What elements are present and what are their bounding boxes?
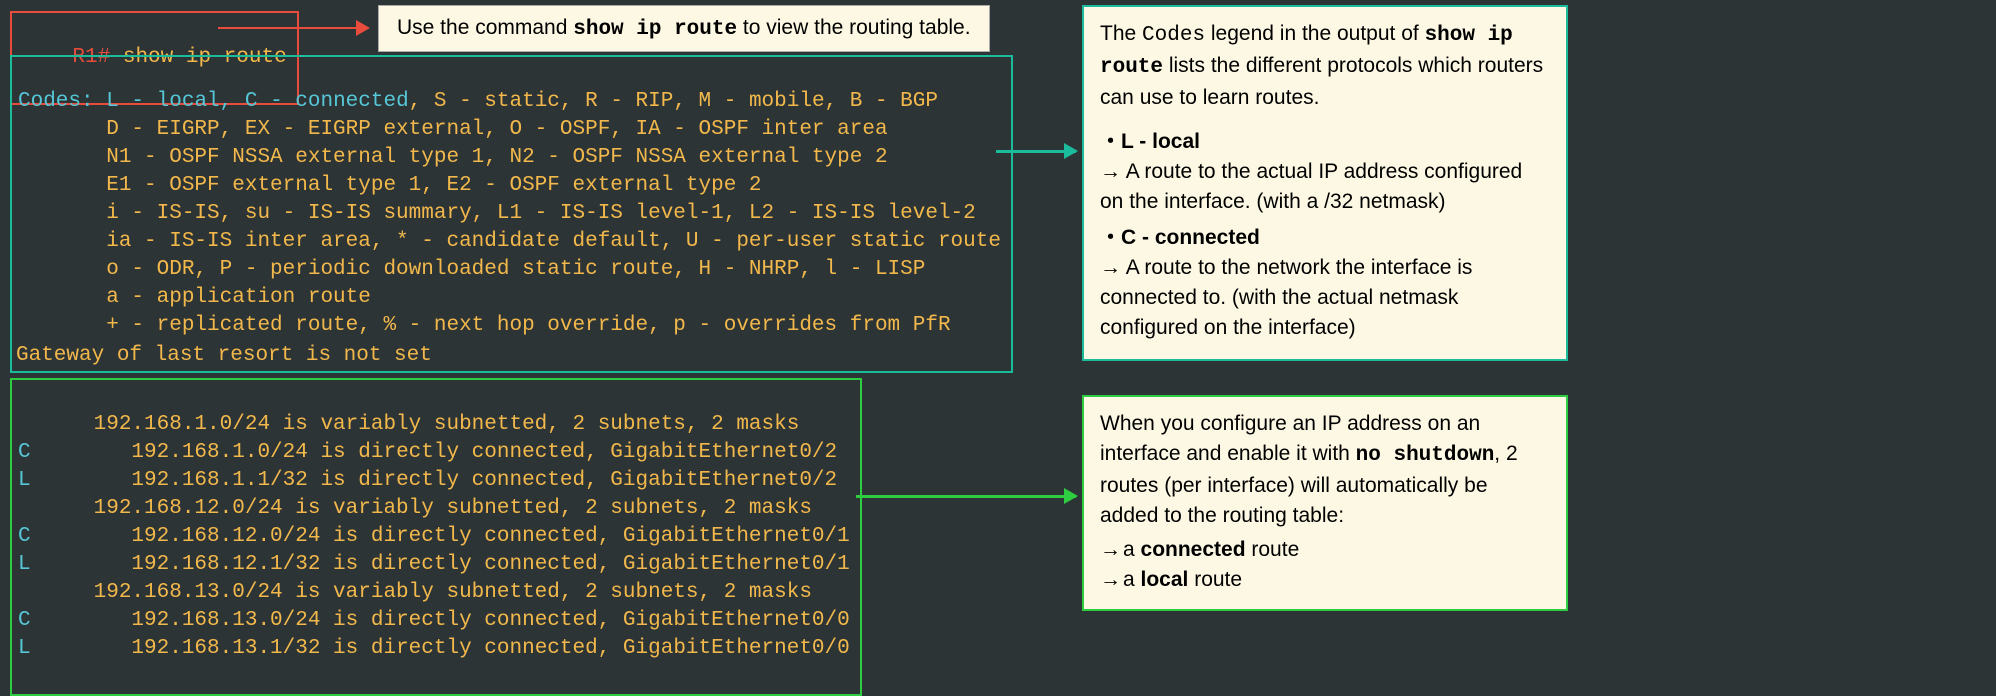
list-item: A route to the actual IP address configu… (1100, 157, 1550, 217)
codes-line: E1 - OSPF external type 1, E2 - OSPF ext… (18, 174, 762, 197)
route-line: 192.168.1.1/32 is directly connected, Gi… (31, 469, 838, 492)
route-code: C (18, 609, 31, 632)
callout-text: When you configure an IP address on an i… (1100, 409, 1550, 531)
codes-line: a - application route (18, 286, 371, 309)
codes-line: , C - connected (220, 90, 409, 113)
list-item: a local route (1100, 565, 1550, 595)
list-item-bold: connected (1141, 538, 1246, 561)
codes-line: o - ODR, P - periodic downloaded static … (18, 258, 925, 281)
route-line: 192.168.13.0/24 is directly connected, G… (31, 609, 850, 632)
callout-text: Use the command (397, 16, 573, 39)
callout-command-usage: Use the command show ip route to view th… (378, 5, 990, 52)
codes-line: L - local (94, 90, 220, 113)
route-line: 192.168.1.0/24 is directly connected, Gi… (31, 441, 838, 464)
list-item-text: route (1246, 538, 1300, 561)
list-item: L - local (1100, 127, 1550, 157)
list-item-label: C - connected (1121, 226, 1260, 249)
callout-text: legend in the output of (1205, 22, 1425, 45)
codes-line: ia - IS-IS inter area, * - candidate def… (18, 230, 1001, 253)
route-line: 192.168.12.1/32 is directly connected, G… (31, 553, 850, 576)
callout-list: L - local A route to the actual IP addre… (1100, 127, 1550, 343)
callout-text: The (1100, 22, 1142, 45)
route-line: 192.168.1.0/24 is variably subnetted, 2 … (18, 413, 799, 436)
arrow-codes-to-legend-callout (996, 150, 1076, 153)
route-code: C (18, 525, 31, 548)
route-code: C (18, 441, 31, 464)
list-item: A route to the network the interface is … (1100, 253, 1550, 343)
codes-line: i - IS-IS, su - IS-IS summary, L1 - IS-I… (18, 202, 976, 225)
list-item: C - connected (1100, 223, 1550, 253)
callout-text: lists the different protocols which rout… (1100, 54, 1543, 109)
callout-text: to view the routing table. (737, 16, 970, 39)
list-item-text: route (1188, 568, 1242, 591)
routing-table-box: 192.168.1.0/24 is variably subnetted, 2 … (10, 378, 862, 696)
callout-text: The Codes legend in the output of show i… (1100, 19, 1550, 113)
route-line: 192.168.12.0/24 is directly connected, G… (31, 525, 850, 548)
gateway-line: Gateway of last resort is not set (16, 342, 432, 370)
slide-container: R1# show ip route Use the command show i… (0, 0, 1996, 685)
route-line: 192.168.13.0/24 is variably subnetted, 2… (18, 581, 812, 604)
codes-line: D - EIGRP, EX - EIGRP external, O - OSPF… (18, 118, 888, 141)
callout-list: a connected route a local route (1100, 535, 1550, 595)
route-code: L (18, 637, 31, 660)
codes-line: N1 - OSPF NSSA external type 1, N2 - OSP… (18, 146, 888, 169)
list-item-text: a (1123, 568, 1141, 591)
route-line: 192.168.12.0/24 is variably subnetted, 2… (18, 497, 812, 520)
route-code: L (18, 553, 31, 576)
route-code: L (18, 469, 31, 492)
list-item-bold: local (1141, 568, 1189, 591)
list-item: a connected route (1100, 535, 1550, 565)
codes-label: Codes: (18, 90, 94, 113)
list-item-label: L - local (1121, 130, 1200, 153)
arrow-prompt-to-callout (218, 27, 368, 29)
codes-line: + - replicated route, % - next hop overr… (18, 314, 951, 337)
arrow-routes-to-explain-callout (856, 495, 1076, 498)
callout-command: no shutdown (1356, 444, 1495, 467)
codes-line: , S - static, R - RIP, M - mobile, B - B… (409, 90, 938, 113)
route-line: 192.168.13.1/32 is directly connected, G… (31, 637, 850, 660)
callout-command: show ip route (573, 18, 737, 41)
callout-codes-legend: The Codes legend in the output of show i… (1082, 5, 1568, 361)
callout-mono: Codes (1142, 24, 1205, 47)
callout-route-creation: When you configure an IP address on an i… (1082, 395, 1568, 611)
codes-legend-box: Codes: L - local, C - connected, S - sta… (10, 55, 1013, 373)
list-item-text: a (1123, 538, 1141, 561)
